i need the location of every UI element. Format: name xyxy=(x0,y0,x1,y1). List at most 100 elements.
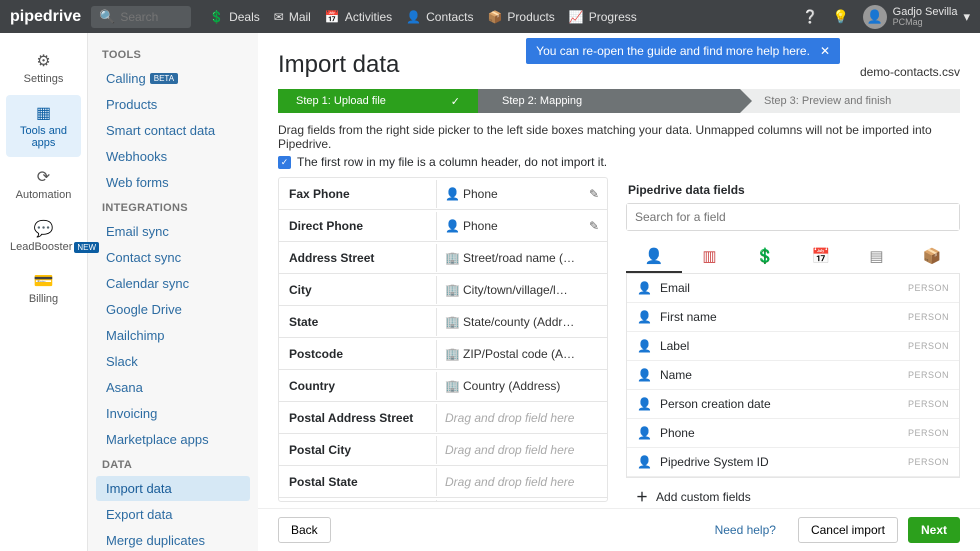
person-icon: 👤 xyxy=(637,426,652,440)
side-mailchimp[interactable]: Mailchimp xyxy=(96,323,250,348)
entity-tag: PERSON xyxy=(908,283,949,293)
picker-field[interactable]: 👤LabelPERSON xyxy=(627,332,959,361)
next-button[interactable]: Next xyxy=(908,517,960,543)
target-field[interactable]: 🏢City/town/village/l… xyxy=(437,276,607,304)
target-field[interactable]: 👤Phone✎ xyxy=(437,212,607,240)
step-1[interactable]: Step 1: Upload file✓ xyxy=(278,89,478,113)
nav-activities[interactable]: 📅Activities xyxy=(325,10,392,24)
chevron-down-icon: ▾ xyxy=(963,9,970,25)
nav-products[interactable]: 📦Products xyxy=(487,10,554,24)
side-export-data[interactable]: Export data xyxy=(96,502,250,527)
side-asana[interactable]: Asana xyxy=(96,375,250,400)
entity-tag: PERSON xyxy=(908,341,949,351)
rail-billing[interactable]: 💳Billing xyxy=(6,263,81,313)
mapping-row[interactable]: Postal StateDrag and drop field here xyxy=(279,466,607,498)
person-icon: 👤 xyxy=(637,281,652,295)
header-row-checkbox[interactable]: ✓ The first row in my file is a column h… xyxy=(258,155,980,177)
close-icon[interactable]: ✕ xyxy=(820,44,830,58)
side-smart-contact[interactable]: Smart contact data xyxy=(96,118,250,143)
checkbox-icon[interactable]: ✓ xyxy=(278,156,291,169)
mapping-row[interactable]: State🏢State/county (Addr… xyxy=(279,306,607,338)
side-contact-sync[interactable]: Contact sync xyxy=(96,245,250,270)
mapping-row[interactable]: Postal CityDrag and drop field here xyxy=(279,434,607,466)
box-icon: 📦 xyxy=(487,10,502,24)
edit-icon[interactable]: ✎ xyxy=(589,187,599,201)
person-icon: 👤 xyxy=(445,219,457,233)
mapping-row[interactable]: Country🏢Country (Address) xyxy=(279,370,607,402)
cancel-button[interactable]: Cancel import xyxy=(798,517,898,543)
picker-field[interactable]: 👤NamePERSON xyxy=(627,361,959,390)
picker-field[interactable]: 👤First namePERSON xyxy=(627,303,959,332)
side-google-drive[interactable]: Google Drive xyxy=(96,297,250,322)
side-nav: TOOLS CallingBETA Products Smart contact… xyxy=(88,33,258,551)
picker-field[interactable]: 👤Pipedrive System IDPERSON xyxy=(627,448,959,477)
field-search-input[interactable] xyxy=(627,204,959,230)
mapping-row[interactable]: Direct Phone👤Phone✎ xyxy=(279,210,607,242)
mapping-row[interactable]: Address Street🏢Street/road name (… xyxy=(279,242,607,274)
rail-settings[interactable]: ⚙Settings xyxy=(6,43,81,93)
mapping-table[interactable]: Fax Phone👤Phone✎Direct Phone👤Phone✎Addre… xyxy=(278,177,608,502)
help-icon[interactable]: ❔ xyxy=(802,9,818,25)
mapping-row[interactable]: Postcode🏢ZIP/Postal code (A… xyxy=(279,338,607,370)
person-icon: 👤 xyxy=(406,10,421,24)
rail-leadbooster[interactable]: 💬LeadBoosterNEW xyxy=(6,211,81,261)
side-calendar-sync[interactable]: Calendar sync xyxy=(96,271,250,296)
person-icon: 👤 xyxy=(445,187,457,201)
target-field[interactable]: 🏢Street/road name (… xyxy=(437,244,607,272)
target-field[interactable]: 👤Phone✎ xyxy=(437,180,607,208)
side-slack[interactable]: Slack xyxy=(96,349,250,374)
field-list[interactable]: 👤EmailPERSON👤First namePERSON👤LabelPERSO… xyxy=(626,274,960,478)
top-nav: 💲Deals ✉Mail 📅Activities 👤Contacts 📦Prod… xyxy=(209,10,637,24)
target-field[interactable]: 🏢ZIP/Postal code (A… xyxy=(437,340,607,368)
tab-deal[interactable]: 💲 xyxy=(737,241,793,273)
side-merge-dup[interactable]: Merge duplicates xyxy=(96,528,250,551)
mapping-row[interactable]: Postal Address StreetDrag and drop field… xyxy=(279,402,607,434)
back-button[interactable]: Back xyxy=(278,517,331,543)
side-email-sync[interactable]: Email sync xyxy=(96,219,250,244)
rail-tools-apps[interactable]: ▦Tools and apps xyxy=(6,95,81,157)
org-icon: 🏢 xyxy=(445,379,457,393)
tab-person[interactable]: 👤 xyxy=(626,241,682,273)
target-field[interactable]: Drag and drop field here xyxy=(437,404,607,432)
target-field[interactable]: 🏢State/county (Addr… xyxy=(437,308,607,336)
need-help-link[interactable]: Need help? xyxy=(703,518,788,542)
tab-org[interactable]: ▥ xyxy=(682,241,738,273)
step-2[interactable]: Step 2: Mapping xyxy=(478,89,740,113)
edit-icon[interactable]: ✎ xyxy=(589,219,599,233)
side-products[interactable]: Products xyxy=(96,92,250,117)
add-custom-fields[interactable]: ＋ Add custom fields xyxy=(626,478,960,508)
picker-field[interactable]: 👤PhonePERSON xyxy=(627,419,959,448)
tab-product[interactable]: 📦 xyxy=(904,241,960,273)
nav-deals[interactable]: 💲Deals xyxy=(209,10,260,24)
mapping-row[interactable]: Fax Phone👤Phone✎ xyxy=(279,178,607,210)
tab-note[interactable]: ▤ xyxy=(849,241,905,273)
picker-field[interactable]: 👤Person creation datePERSON xyxy=(627,390,959,419)
side-webhooks[interactable]: Webhooks xyxy=(96,144,250,169)
search-input[interactable] xyxy=(120,10,190,24)
side-calling[interactable]: CallingBETA xyxy=(96,66,250,91)
nav-progress[interactable]: 📈Progress xyxy=(569,10,637,24)
side-import-data[interactable]: Import data xyxy=(96,476,250,501)
target-field[interactable]: 🏢Country (Address) xyxy=(437,372,607,400)
global-search[interactable]: 🔍 xyxy=(91,6,191,28)
nav-contacts[interactable]: 👤Contacts xyxy=(406,10,473,24)
tab-activity[interactable]: 📅 xyxy=(793,241,849,273)
rail-automation[interactable]: ⟳Automation xyxy=(6,159,81,209)
checkbox-label: The first row in my file is a column hea… xyxy=(297,155,607,169)
field-search[interactable] xyxy=(626,203,960,231)
target-field[interactable]: Drag and drop field here xyxy=(437,436,607,464)
target-field[interactable]: Drag and drop field here xyxy=(437,500,607,503)
person-icon: 👤 xyxy=(637,339,652,353)
side-webforms[interactable]: Web forms xyxy=(96,170,250,195)
picker-field[interactable]: 👤EmailPERSON xyxy=(627,274,959,303)
side-invoicing[interactable]: Invoicing xyxy=(96,401,250,426)
mapping-row[interactable]: Postal PostcodeDrag and drop field here xyxy=(279,498,607,502)
badge-new: NEW xyxy=(74,242,99,253)
user-menu[interactable]: 👤 Gadjo Sevilla PCMag ▾ xyxy=(863,5,970,29)
side-marketplace[interactable]: Marketplace apps xyxy=(96,427,250,452)
target-field[interactable]: Drag and drop field here xyxy=(437,468,607,496)
entity-tag: PERSON xyxy=(908,457,949,467)
nav-mail[interactable]: ✉Mail xyxy=(274,10,311,24)
tips-icon[interactable]: 💡 xyxy=(832,9,848,25)
mapping-row[interactable]: City🏢City/town/village/l… xyxy=(279,274,607,306)
